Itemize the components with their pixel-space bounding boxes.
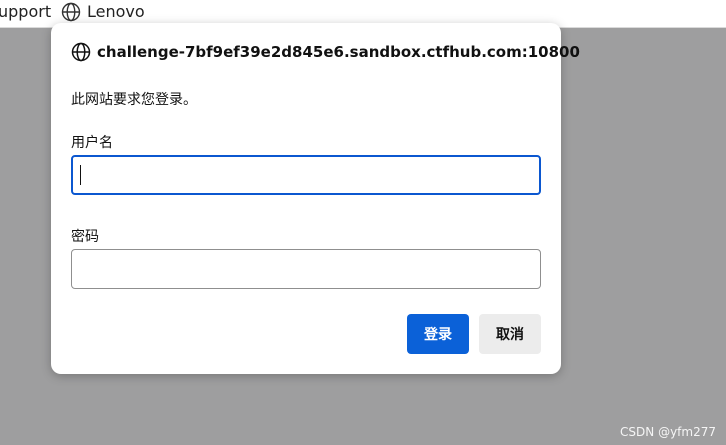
dialog-title-text: challenge-7bf9ef39e2d845e6.sandbox.ctfhu… [97, 43, 580, 61]
login-dialog: challenge-7bf9ef39e2d845e6.sandbox.ctfhu… [51, 23, 580, 374]
login-message: 此网站要求您登录。 [71, 92, 197, 108]
bookmark-lenovo[interactable]: Lenovo [61, 2, 145, 22]
username-input[interactable] [71, 155, 541, 195]
csdn-watermark: CSDN @yfm277 [620, 425, 716, 439]
bookmark-lenovo-label: Lenovo [87, 2, 145, 21]
globe-icon [71, 42, 91, 62]
text-caret [80, 165, 81, 185]
bookmark-support[interactable]: upport [0, 2, 51, 22]
password-input[interactable] [71, 249, 541, 289]
cancel-button[interactable]: 取消 [479, 314, 541, 354]
password-label: 密码 [71, 229, 99, 245]
bookmark-support-label: upport [0, 2, 52, 21]
username-label: 用户名 [71, 135, 113, 151]
dialog-title: challenge-7bf9ef39e2d845e6.sandbox.ctfhu… [71, 42, 580, 62]
login-button[interactable]: 登录 [407, 314, 469, 354]
globe-icon [61, 2, 81, 22]
